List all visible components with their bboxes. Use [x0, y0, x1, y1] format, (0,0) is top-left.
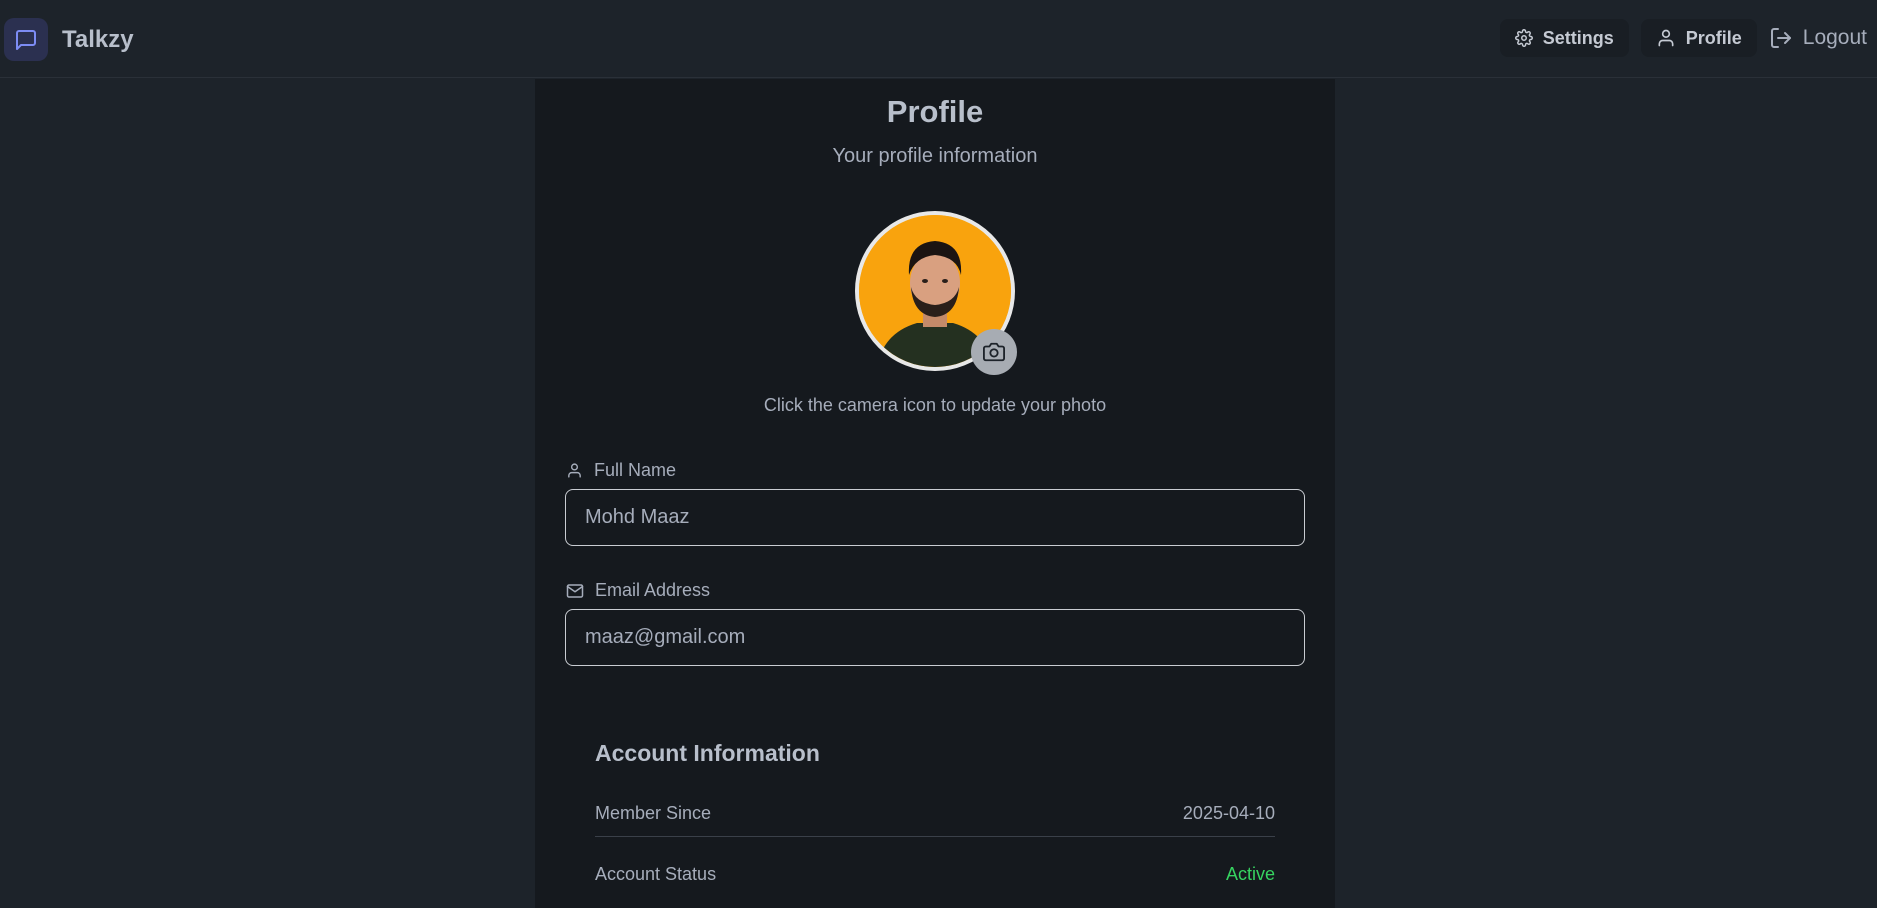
- user-icon: [566, 462, 583, 479]
- brand[interactable]: Talkzy: [4, 18, 134, 61]
- brand-name: Talkzy: [62, 25, 134, 53]
- full-name-field[interactable]: Mohd Maaz: [565, 489, 1305, 546]
- user-icon: [1656, 28, 1676, 48]
- page-subtitle: Your profile information: [832, 145, 1038, 167]
- chat-bubble-icon: [4, 18, 48, 61]
- navbar: Talkzy Settings Profile Logout: [0, 0, 1877, 78]
- settings-button[interactable]: Settings: [1499, 19, 1629, 57]
- gear-icon: [1514, 29, 1533, 47]
- page-title: Profile: [886, 94, 984, 129]
- profile-button[interactable]: Profile: [1640, 19, 1757, 57]
- email-field[interactable]: maaz@gmail.com: [565, 609, 1305, 666]
- profile-card: Profile Your profile information Click t…: [535, 79, 1335, 908]
- camera-upload-button[interactable]: [971, 329, 1017, 375]
- settings-label: Settings: [1542, 27, 1614, 48]
- logout-button[interactable]: Logout: [1769, 19, 1867, 57]
- avatar-hint: Click the camera icon to update your pho…: [763, 395, 1107, 415]
- profile-label: Profile: [1685, 27, 1742, 48]
- member-since-value: 2025-04-10: [1182, 802, 1275, 823]
- account-status-label: Account Status: [595, 863, 717, 884]
- mail-icon: [566, 582, 584, 600]
- avatar-container: [855, 211, 1017, 375]
- camera-icon: [983, 341, 1005, 363]
- status-badge: Active: [1225, 863, 1275, 884]
- email-label: Email Address: [566, 580, 710, 601]
- divider: [595, 836, 1275, 837]
- member-since-row: Member Since 2025-04-10: [595, 793, 1275, 833]
- logout-label: Logout: [1802, 26, 1867, 49]
- member-since-label: Member Since: [595, 802, 712, 823]
- account-info-title: Account Information: [595, 740, 820, 766]
- full-name-label: Full Name: [566, 460, 676, 481]
- logout-icon: [1769, 26, 1793, 50]
- account-status-row: Account Status Active: [595, 854, 1275, 894]
